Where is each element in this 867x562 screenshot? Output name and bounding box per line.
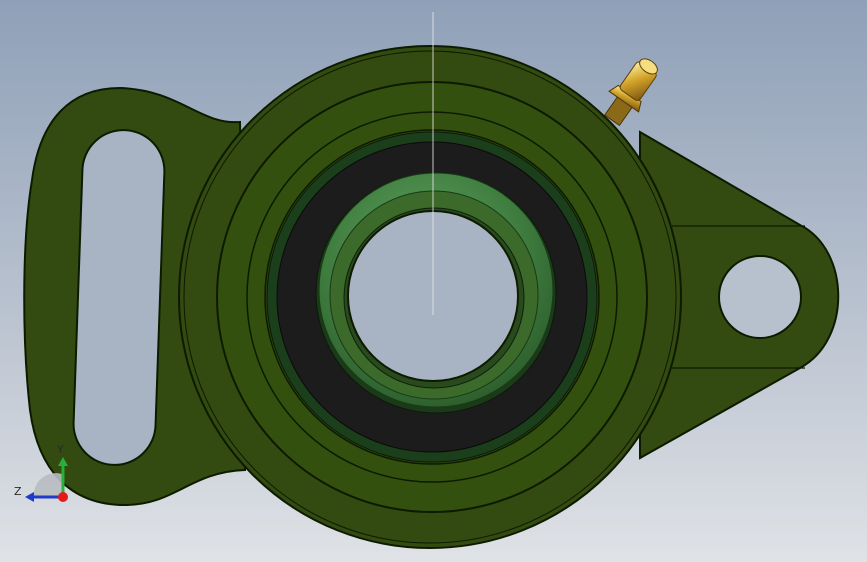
x-axis-icon xyxy=(58,492,68,502)
bearing-unit-model[interactable] xyxy=(0,0,867,562)
triad-arc xyxy=(33,473,62,498)
z-axis-arrow-icon xyxy=(25,492,34,502)
y-axis-arrow-icon xyxy=(58,457,68,466)
mounting-slot xyxy=(72,129,166,466)
cad-viewport[interactable]: Y Z xyxy=(0,0,867,562)
coordinate-triad-icon[interactable]: Y Z xyxy=(12,440,82,510)
mounting-hole xyxy=(718,255,802,339)
triad-z-label: Z xyxy=(14,485,22,498)
triad-y-label: Y xyxy=(57,443,64,456)
triad-graphic xyxy=(25,457,68,502)
